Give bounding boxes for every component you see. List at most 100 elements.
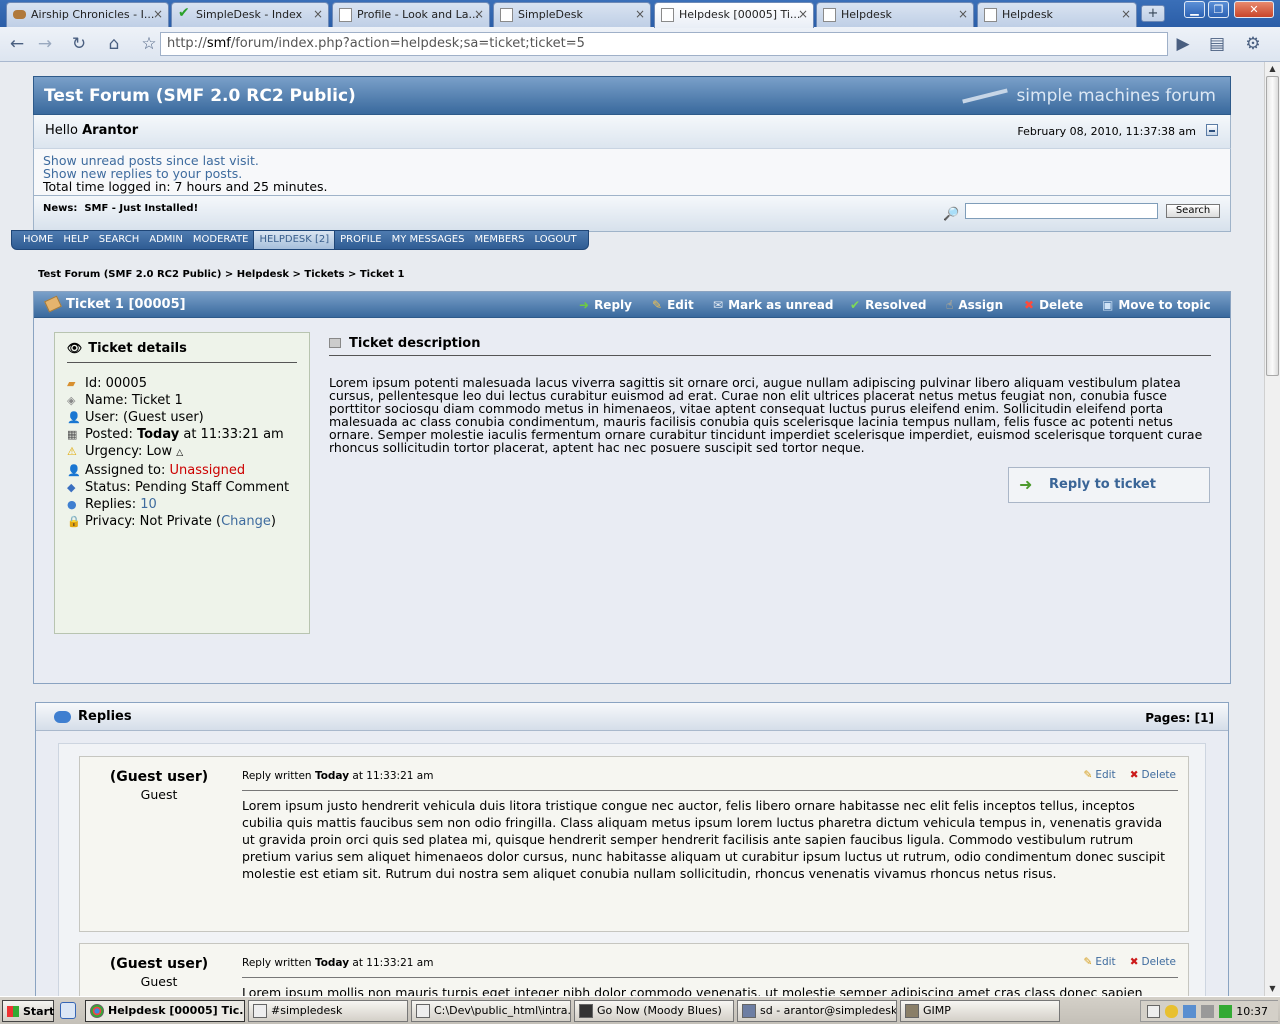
- wrench-icon[interactable]: ⚙: [1240, 32, 1266, 56]
- menu-members[interactable]: MEMBERS: [469, 231, 529, 249]
- address-bar[interactable]: http://smf/forum/index.php?action=helpde…: [160, 32, 1168, 56]
- browser-tab[interactable]: SimpleDesk ×: [493, 2, 651, 27]
- detail-urgency: ⚠ Urgency: Low △: [67, 443, 297, 462]
- nvidia-icon[interactable]: [1219, 1005, 1232, 1018]
- menu-moderate[interactable]: MODERATE: [188, 231, 254, 249]
- breadcrumb-forum[interactable]: Test Forum (SMF 2.0 RC2 Public): [38, 269, 221, 280]
- reply-to-ticket-button[interactable]: ➜ Reply to ticket: [1008, 467, 1210, 503]
- detail-privacy: 🔒 Privacy: Not Private (Change): [67, 514, 276, 529]
- close-icon[interactable]: ×: [153, 7, 163, 21]
- breadcrumb-ticket[interactable]: Ticket 1: [360, 269, 405, 280]
- delete-label: Delete: [1039, 298, 1084, 312]
- replies-count-link[interactable]: 10: [140, 497, 157, 512]
- id-card-icon: ▰: [67, 377, 76, 390]
- security-shield-icon[interactable]: [1165, 1005, 1178, 1018]
- taskbar-item-label: Go Now (Moody Blues): [597, 1004, 722, 1017]
- taskbar-item-media[interactable]: Go Now (Moody Blues): [574, 1000, 734, 1022]
- search-button[interactable]: Search: [1166, 204, 1220, 218]
- reply-edit-link[interactable]: Edit: [1095, 956, 1115, 968]
- reply-author: (Guest user): [109, 769, 209, 785]
- scrollbar-thumb[interactable]: [1266, 76, 1279, 376]
- ie-quicklaunch-icon[interactable]: [60, 1002, 76, 1019]
- taskbar-item-gimp[interactable]: GIMP: [900, 1000, 1060, 1022]
- collapse-toggle-icon[interactable]: [1206, 124, 1218, 136]
- system-clock[interactable]: 10:37: [1236, 1005, 1268, 1018]
- menu-search[interactable]: SEARCH: [94, 231, 144, 249]
- page-menu-icon[interactable]: ▤: [1204, 32, 1230, 56]
- network-icon[interactable]: [1147, 1005, 1160, 1018]
- go-arrow-icon[interactable]: ▶: [1170, 32, 1196, 56]
- reply-button[interactable]: ➜ Reply: [579, 298, 632, 312]
- close-icon[interactable]: ×: [635, 7, 645, 21]
- browser-tab[interactable]: Helpdesk ×: [977, 2, 1137, 27]
- menu-helpdesk[interactable]: HELPDESK [2]: [253, 231, 336, 249]
- reply-to-ticket-label: Reply to ticket: [1049, 477, 1156, 492]
- reply-meta: Reply written Today at 11:33:21 am: [242, 770, 433, 782]
- privacy-change-link[interactable]: Change: [221, 514, 271, 529]
- breadcrumb-helpdesk[interactable]: Helpdesk: [237, 269, 289, 280]
- browser-tab[interactable]: Helpdesk ×: [816, 2, 974, 27]
- urgency-up-icon[interactable]: △: [176, 448, 183, 458]
- page-icon: [984, 8, 997, 22]
- forum-title[interactable]: Test Forum (SMF 2.0 RC2 Public): [44, 86, 356, 106]
- taskbar-item-email[interactable]: sd - arantor@simpledesk...: [737, 1000, 897, 1022]
- volume-icon[interactable]: [1201, 1005, 1214, 1018]
- menu-my-messages[interactable]: MY MESSAGES: [387, 231, 470, 249]
- browser-tab[interactable]: Profile - Look and La... ×: [332, 2, 490, 27]
- close-icon[interactable]: ×: [474, 7, 484, 21]
- reply-delete-link[interactable]: Delete: [1142, 769, 1177, 781]
- reply-edit-link[interactable]: Edit: [1095, 769, 1115, 781]
- bluetooth-icon[interactable]: [1183, 1005, 1196, 1018]
- close-icon[interactable]: ×: [1121, 7, 1131, 21]
- delete-x-icon: ✖: [1024, 298, 1035, 312]
- menu-logout[interactable]: LOGOUT: [530, 231, 582, 249]
- browser-tab-strip: Airship Chronicles - I... × ✔ SimpleDesk…: [0, 0, 1280, 28]
- taskbar-item-editor[interactable]: C:\Dev\public_html\intra...: [411, 1000, 571, 1022]
- window-close-icon[interactable]: ✕: [1234, 1, 1274, 18]
- reply-label: Reply: [594, 298, 632, 312]
- bookmark-star-icon[interactable]: ☆: [136, 32, 162, 56]
- breadcrumb-tickets[interactable]: Tickets: [304, 269, 344, 280]
- forward-arrow-icon[interactable]: →: [32, 32, 58, 56]
- resolved-button[interactable]: ✔ Resolved: [850, 298, 927, 312]
- scroll-up-arrow-icon[interactable]: ▲: [1265, 62, 1280, 76]
- close-icon[interactable]: ×: [958, 7, 968, 21]
- delete-button[interactable]: ✖ Delete: [1024, 298, 1083, 312]
- page-scrollbar[interactable]: ▲ ▼: [1264, 62, 1280, 996]
- menu-admin[interactable]: ADMIN: [144, 231, 188, 249]
- home-icon[interactable]: ⌂: [101, 32, 127, 56]
- smf-logo[interactable]: simple machines forum: [962, 86, 1216, 106]
- maximize-icon[interactable]: ❐: [1208, 1, 1229, 18]
- browser-tab[interactable]: ✔ SimpleDesk - Index ×: [171, 2, 329, 27]
- user-bar: Hello Arantor February 08, 2010, 11:37:3…: [33, 115, 1231, 148]
- tab-title: Helpdesk: [1002, 8, 1053, 21]
- current-page[interactable]: [1]: [1195, 711, 1214, 725]
- close-icon[interactable]: ×: [798, 7, 808, 21]
- browser-tab-active[interactable]: Helpdesk [00005] Ti... ×: [654, 2, 814, 28]
- pencil-icon: ✎: [652, 298, 663, 312]
- pages-label: Pages:: [1145, 711, 1191, 725]
- menu-profile[interactable]: PROFILE: [335, 231, 386, 249]
- back-arrow-icon[interactable]: ←: [4, 32, 30, 56]
- reply-delete-link[interactable]: Delete: [1142, 956, 1177, 968]
- taskbar-item-irc[interactable]: #simpledesk: [248, 1000, 408, 1022]
- assign-button[interactable]: ☝ Assign: [946, 298, 1003, 312]
- menu-help[interactable]: HELP: [58, 231, 93, 249]
- move-to-topic-button[interactable]: ▣ Move to topic: [1102, 298, 1211, 312]
- user-label: User:: [85, 410, 119, 425]
- taskbar-item-browser[interactable]: Helpdesk [00005] Tic...: [85, 1000, 245, 1022]
- menu-home[interactable]: HOME: [18, 231, 58, 249]
- minimize-icon[interactable]: ▁: [1184, 1, 1205, 18]
- scroll-down-arrow-icon[interactable]: ▼: [1265, 982, 1280, 996]
- edit-button[interactable]: ✎ Edit: [652, 298, 694, 312]
- reply-meta-time: at 11:33:21 am: [352, 957, 434, 969]
- new-tab-button[interactable]: +: [1141, 5, 1165, 22]
- browser-tab[interactable]: Airship Chronicles - I... ×: [6, 2, 169, 27]
- close-icon[interactable]: ×: [313, 7, 323, 21]
- reload-icon[interactable]: ↻: [66, 32, 92, 56]
- mark-unread-button[interactable]: ✉ Mark as unread: [713, 298, 833, 312]
- start-button[interactable]: Start: [2, 1000, 54, 1022]
- page-icon: [661, 8, 674, 22]
- reply-meta-prefix: Reply written: [242, 957, 312, 969]
- search-input[interactable]: [965, 203, 1158, 219]
